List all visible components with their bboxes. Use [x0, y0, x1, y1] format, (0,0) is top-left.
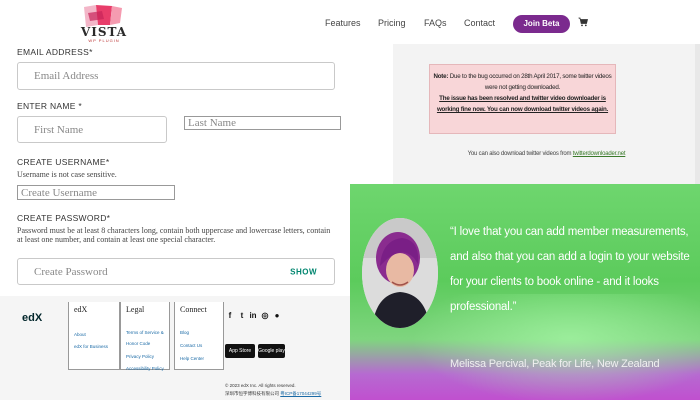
site-logo[interactable]: VISTA WP PLUGIN — [80, 5, 128, 43]
google-play-badge[interactable]: Google play — [258, 344, 285, 358]
email-field[interactable]: Email Address — [17, 62, 335, 90]
footer-link-privacy[interactable]: Privacy Policy — [126, 354, 154, 359]
icp-link[interactable]: 粤ICP备17044299号 — [280, 391, 321, 396]
nav-link-pricing[interactable]: Pricing — [378, 18, 406, 28]
last-name-placeholder: Last Name — [188, 117, 236, 129]
username-field[interactable]: Create Username — [17, 185, 175, 200]
notice-box: Note: Due to the bug occurred on 28th Ap… — [429, 64, 616, 134]
password-note: Password must be at least 8 characters l… — [17, 226, 331, 244]
top-navigation: VISTA WP PLUGIN Features Pricing FAQs Co… — [0, 0, 700, 46]
last-name-field[interactable]: Last Name — [184, 116, 341, 130]
footer-link-help[interactable]: Help Center — [180, 356, 204, 361]
logo-subtitle: WP PLUGIN — [88, 38, 120, 43]
avatar — [362, 218, 438, 328]
email-label: EMAIL ADDRESS* — [17, 47, 93, 57]
footer-link-honor-code[interactable]: Honor Code — [126, 341, 150, 346]
edx-logo-text: edX — [22, 312, 42, 324]
download-link[interactable]: twitterdownloader.net — [573, 151, 626, 157]
password-label: CREATE PASSWORD* — [17, 213, 111, 223]
footer-link-accessibility[interactable]: Accessibility Policy — [126, 366, 164, 371]
footer-link-terms[interactable]: Terms of Service & — [126, 330, 164, 335]
logo-text: VISTA — [80, 25, 128, 39]
username-label: CREATE USERNAME* — [17, 157, 110, 167]
twitter-icon[interactable]: t — [238, 311, 246, 321]
footer-column-title: Legal — [126, 305, 145, 314]
icp-line: 深圳市恒宇博科技有限公司 粤ICP备17044299号 — [225, 391, 321, 397]
nav-link-features[interactable]: Features — [325, 18, 361, 28]
logo-mark-icon — [84, 5, 122, 27]
nav-link-contact[interactable]: Contact — [464, 18, 495, 28]
footer-column-title: Connect — [180, 305, 207, 314]
username-note: Username is not case sensitive. — [17, 170, 117, 179]
footer-link-edx-business[interactable]: edX for Business — [74, 344, 108, 349]
testimonial-banner: “I love that you can add member measurem… — [350, 184, 700, 400]
portrait-image — [362, 218, 438, 328]
note-label: Note: — [433, 73, 449, 80]
facebook-icon[interactable]: f — [226, 311, 234, 321]
footer-link-contact[interactable]: Contact Us — [180, 343, 202, 348]
cart-icon[interactable] — [578, 17, 588, 27]
linkedin-icon[interactable]: in — [249, 311, 257, 321]
footer-link-blog[interactable]: Blog — [180, 330, 189, 335]
reddit-icon[interactable]: ● — [273, 311, 281, 321]
footer-link-about[interactable]: About — [74, 332, 86, 337]
footer-column-connect: Connect Blog Contact Us Help Center — [174, 302, 224, 370]
icp-company: 深圳市恒宇博科技有限公司 — [225, 391, 279, 396]
footer-column-edx: edX About edX for Business — [68, 302, 120, 370]
nav-link-faqs[interactable]: FAQs — [424, 18, 447, 28]
testimonial-quote: “I love that you can add member measurem… — [450, 226, 690, 313]
copyright-text: © 2023 edX Inc. All rights reserved. — [225, 383, 296, 388]
show-password-button[interactable]: SHOW — [290, 267, 317, 276]
first-name-placeholder: First Name — [34, 123, 84, 136]
footer-column-title: edX — [74, 305, 88, 314]
download-prefix: You can also download twitter videos fro… — [467, 151, 572, 157]
instagram-icon[interactable]: ◎ — [261, 311, 269, 321]
edx-logo-icon[interactable]: edX — [22, 310, 42, 324]
password-placeholder: Create Password — [34, 265, 108, 278]
join-beta-button[interactable]: Join Beta — [513, 15, 570, 33]
footer-column-legal: Legal Terms of Service & Honor Code Priv… — [120, 302, 170, 371]
email-placeholder: Email Address — [34, 70, 99, 82]
username-placeholder: Create Username — [21, 186, 98, 199]
app-store-badge[interactable]: App Store — [225, 344, 255, 358]
testimonial-author: Melissa Percival, Peak for Life, New Zea… — [450, 358, 660, 370]
download-line: You can also download twitter videos fro… — [393, 151, 700, 157]
panel-scrollbar[interactable] — [695, 44, 700, 184]
password-field[interactable]: Create Password SHOW — [17, 258, 335, 285]
note-text: Due to the bug occurred on 28th April 20… — [448, 73, 612, 91]
name-label: ENTER NAME * — [17, 101, 82, 111]
first-name-field[interactable]: First Name — [17, 116, 167, 143]
resolved-text: The issue has been resolved and twitter … — [436, 95, 609, 113]
